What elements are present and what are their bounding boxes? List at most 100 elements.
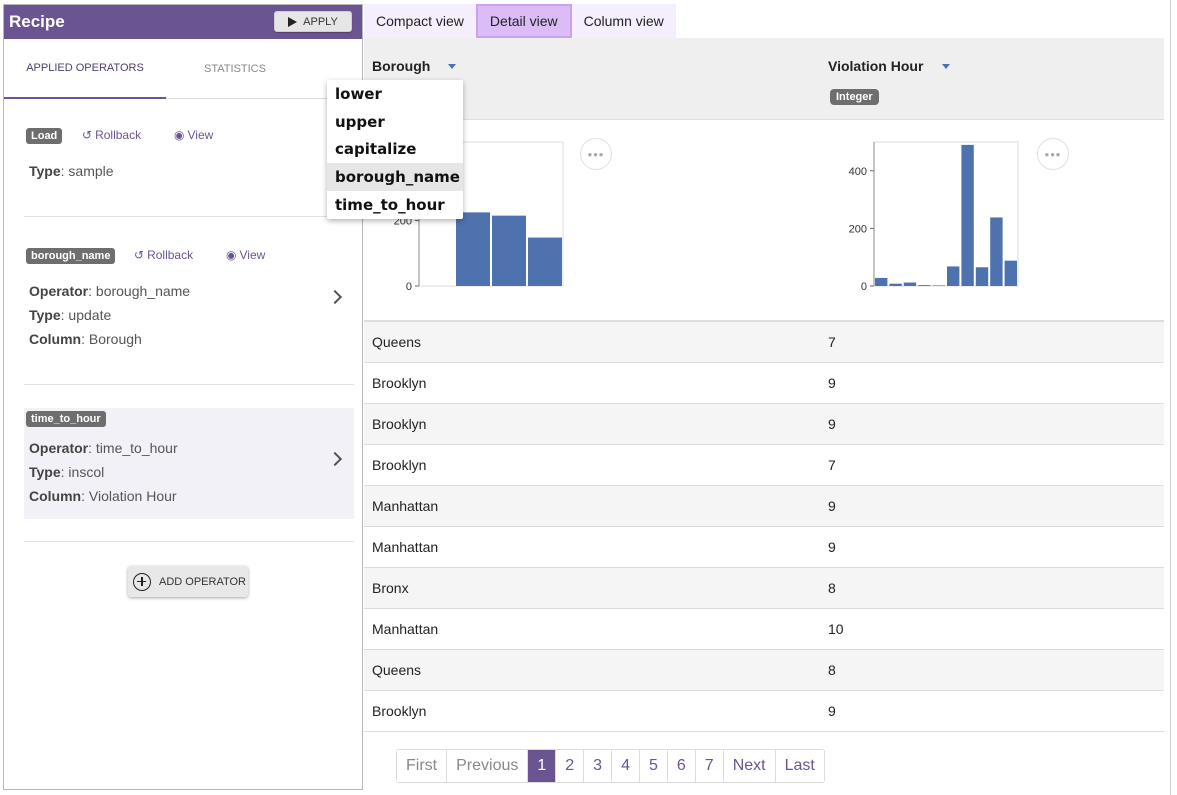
- menu-item-upper[interactable]: upper: [327, 108, 463, 136]
- tab-applied-operators[interactable]: APPLIED OPERATORS: [4, 39, 166, 99]
- panel-tabs: APPLIED OPERATORS STATISTICS: [4, 39, 362, 99]
- table-row[interactable]: Brooklyn 9: [364, 404, 1164, 445]
- history-icon: ↺: [134, 248, 145, 262]
- histogram-bar[interactable]: [875, 277, 888, 286]
- cell-borough: Queens: [372, 662, 422, 678]
- histogram-bar[interactable]: [918, 285, 931, 286]
- page-link-3[interactable]: 3: [584, 750, 613, 782]
- table-row[interactable]: Queens 7: [364, 322, 1164, 363]
- apply-button[interactable]: APPLY: [274, 11, 352, 32]
- table-row[interactable]: Manhattan 9: [364, 486, 1164, 527]
- window-border: [1170, 0, 1171, 795]
- rollback-label: Rollback: [147, 248, 194, 262]
- page-link-1[interactable]: 1: [528, 750, 557, 782]
- menu-item-time-to-hour[interactable]: time_to_hour: [327, 191, 463, 219]
- view-label: View: [187, 128, 214, 142]
- view-link[interactable]: ◉ View: [226, 248, 265, 262]
- operator-column-line: Column: Violation Hour: [29, 488, 177, 504]
- page-link-next[interactable]: Next: [723, 750, 776, 782]
- histogram-bar[interactable]: [903, 282, 917, 286]
- y-tick-label: 0: [406, 281, 412, 293]
- cell-violation-hour: 7: [828, 457, 836, 473]
- cell-violation-hour: 9: [828, 703, 836, 719]
- histogram-bar[interactable]: [932, 285, 945, 286]
- cell-violation-hour: 8: [828, 662, 836, 678]
- histogram-bar[interactable]: [990, 217, 1003, 286]
- histogram-bar[interactable]: [947, 266, 960, 286]
- page-link-5[interactable]: 5: [639, 750, 668, 782]
- table-row[interactable]: Brooklyn 9: [364, 363, 1164, 404]
- operator-type-line: Type: update: [29, 307, 112, 323]
- cell-borough: Brooklyn: [372, 416, 427, 432]
- recipe-header: Recipe APPLY: [4, 5, 362, 39]
- histogram-bar[interactable]: [492, 215, 526, 286]
- page-link-last[interactable]: Last: [775, 750, 824, 782]
- tab-detail-view[interactable]: Detail view: [475, 4, 572, 38]
- rollback-link[interactable]: ↺ Rollback: [82, 128, 141, 142]
- column-chart-row: 200 0 ••• 400 200 0 •••: [364, 120, 1164, 322]
- histogram-bar[interactable]: [1004, 260, 1017, 286]
- table-row[interactable]: Brooklyn 7: [364, 445, 1164, 486]
- cell-violation-hour: 7: [828, 334, 836, 350]
- cell-violation-hour: 10: [828, 621, 844, 637]
- page-link-7[interactable]: 7: [695, 750, 724, 782]
- y-tick-label: 400: [849, 166, 867, 178]
- cell-violation-hour: 9: [828, 498, 836, 514]
- histogram-bar[interactable]: [528, 237, 562, 286]
- page-link-6[interactable]: 6: [667, 750, 696, 782]
- cell-violation-hour: 9: [828, 375, 836, 391]
- table-row[interactable]: Brooklyn 9: [364, 691, 1164, 732]
- histogram-bar[interactable]: [889, 283, 902, 286]
- histogram-bar[interactable]: [961, 144, 974, 286]
- page-link-previous[interactable]: Previous: [447, 750, 529, 782]
- more-icon: •••: [587, 146, 605, 162]
- caret-down-icon[interactable]: [448, 64, 456, 69]
- page-link-2[interactable]: 2: [556, 750, 585, 782]
- chevron-right-icon[interactable]: [327, 289, 343, 305]
- recipe-panel: Recipe APPLY APPLIED OPERATORS STATISTIC…: [3, 4, 363, 790]
- page-link-4[interactable]: 4: [612, 750, 640, 782]
- operator-column-line: Column: Borough: [29, 331, 142, 347]
- y-tick-label: 0: [861, 281, 867, 293]
- tab-compact-view[interactable]: Compact view: [364, 4, 476, 38]
- table-row[interactable]: Manhattan 10: [364, 609, 1164, 650]
- histogram-bar[interactable]: [456, 212, 490, 286]
- violation-hour-histogram: 400 200 0: [849, 141, 1019, 293]
- menu-item-borough-name[interactable]: borough_name: [327, 163, 463, 192]
- history-icon: ↺: [82, 128, 93, 142]
- operator-name-line: Operator: time_to_hour: [29, 440, 178, 456]
- cell-borough: Manhattan: [372, 498, 439, 514]
- add-circle-icon: [133, 572, 151, 591]
- more-options-button[interactable]: •••: [1037, 138, 1069, 170]
- table-row[interactable]: Queens 8: [364, 650, 1164, 691]
- menu-item-lower[interactable]: lower: [327, 80, 463, 108]
- table-row[interactable]: Manhattan 9: [364, 527, 1164, 568]
- cell-borough: Brooklyn: [372, 457, 427, 473]
- eye-icon: ◉: [174, 128, 185, 142]
- cell-borough: Brooklyn: [372, 375, 427, 391]
- caret-down-icon[interactable]: [942, 64, 950, 69]
- cell-borough: Brooklyn: [372, 703, 427, 719]
- column-name-borough[interactable]: Borough: [372, 58, 430, 74]
- histogram-bar[interactable]: [975, 267, 989, 286]
- apply-label: APPLY: [303, 15, 338, 28]
- view-link[interactable]: ◉ View: [174, 128, 213, 142]
- rollback-link[interactable]: ↺ Rollback: [134, 248, 193, 262]
- divider: [24, 216, 354, 217]
- more-options-button[interactable]: •••: [580, 138, 612, 170]
- tab-statistics[interactable]: STATISTICS: [154, 39, 316, 99]
- tab-column-view[interactable]: Column view: [571, 4, 676, 38]
- operator-chip-load: Load: [26, 128, 63, 144]
- column-name-violation-hour[interactable]: Violation Hour: [828, 58, 923, 74]
- view-label: View: [239, 248, 266, 262]
- page-link-first[interactable]: First: [397, 750, 448, 782]
- cell-violation-hour: 9: [828, 416, 836, 432]
- cell-borough: Bronx: [372, 580, 409, 596]
- menu-item-capitalize[interactable]: capitalize: [327, 136, 463, 164]
- operator-chip-time-to-hour: time_to_hour: [26, 411, 106, 427]
- rollback-label: Rollback: [95, 128, 142, 142]
- table-row[interactable]: Bronx 8: [364, 568, 1164, 609]
- play-icon: [288, 16, 298, 27]
- add-operator-button[interactable]: ADD OPERATOR: [128, 566, 248, 597]
- cell-borough: Manhattan: [372, 539, 439, 555]
